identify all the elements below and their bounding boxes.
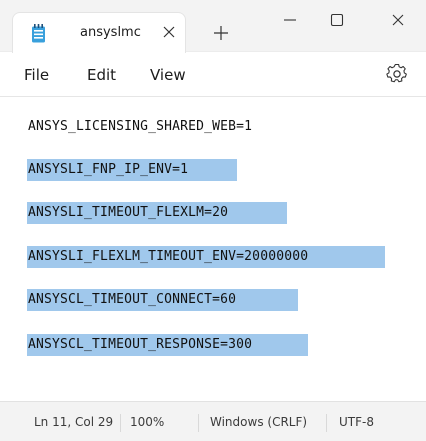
close-icon[interactable] [388, 10, 408, 30]
tab-ansyslmc[interactable]: ansyslmc [12, 12, 186, 53]
notepad-icon [32, 24, 45, 43]
line-text: ANSYS_LICENSING_SHARED_WEB=1 [28, 119, 253, 134]
status-bar: Ln 11, Col 29 100% Windows (CRLF) UTF-8 [0, 401, 426, 441]
zoom-level[interactable]: 100% [130, 415, 164, 429]
editor-line: ANSYSCL_TIMEOUT_CONNECT=60 [0, 289, 426, 311]
status-divider [198, 414, 199, 432]
menu-file[interactable]: File [24, 66, 49, 84]
new-tab-icon[interactable] [213, 25, 229, 41]
line-text: ANSYSLI_TIMEOUT_FLEXLM=20 [28, 205, 229, 220]
close-tab-icon[interactable] [162, 25, 176, 39]
line-text: ANSYSCL_TIMEOUT_CONNECT=60 [28, 292, 237, 307]
title-bar: ansyslmc [0, 0, 426, 53]
editor-line: ANSYSLI_FNP_IP_ENV=1 [0, 159, 426, 181]
maximize-icon[interactable] [327, 10, 347, 30]
editor-line: ANSYSLI_TIMEOUT_FLEXLM=20 [0, 202, 426, 224]
editor-line: ANSYSCL_TIMEOUT_RESPONSE=300 [0, 334, 426, 356]
text-editor[interactable]: ANSYS_LICENSING_SHARED_WEB=1 ANSYSLI_FNP… [0, 98, 426, 401]
editor-line: ANSYSLI_FLEXLM_TIMEOUT_ENV=20000000 [0, 246, 426, 268]
line-ending[interactable]: Windows (CRLF) [210, 415, 307, 429]
editor-line: ANSYS_LICENSING_SHARED_WEB=1 [0, 116, 426, 138]
status-divider [326, 414, 327, 432]
menu-bar: File Edit View [0, 53, 426, 97]
minimize-icon[interactable] [280, 10, 300, 30]
cursor-position: Ln 11, Col 29 [34, 415, 114, 429]
menu-view[interactable]: View [150, 66, 186, 84]
tab-title: ansyslmc [80, 25, 141, 40]
menu-edit[interactable]: Edit [87, 66, 116, 84]
status-divider [120, 414, 121, 432]
encoding[interactable]: UTF-8 [339, 415, 374, 429]
gear-icon[interactable] [386, 63, 408, 85]
line-text: ANSYSLI_FLEXLM_TIMEOUT_ENV=20000000 [28, 249, 309, 264]
line-text: ANSYSLI_FNP_IP_ENV=1 [28, 162, 189, 177]
line-text: ANSYSCL_TIMEOUT_RESPONSE=300 [28, 337, 253, 352]
